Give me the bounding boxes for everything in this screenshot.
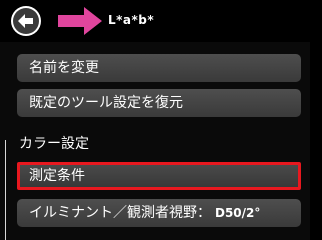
back-arrow-icon bbox=[13, 8, 39, 34]
illuminant-observer-value: D50/2° bbox=[215, 206, 261, 220]
section-heading-color-settings: カラー設定 bbox=[19, 136, 89, 152]
rename-button[interactable]: 名前を変更 bbox=[17, 54, 301, 82]
measurement-conditions-label: 測定条件 bbox=[29, 168, 85, 184]
pink-arrow-icon bbox=[58, 7, 102, 35]
illuminant-observer-label: イルミナント／観測者視野： bbox=[29, 205, 211, 221]
page-title: L*a*b* bbox=[108, 13, 155, 27]
measurement-conditions-button[interactable]: 測定条件 bbox=[17, 162, 301, 190]
scroll-indicator bbox=[5, 140, 6, 240]
back-button[interactable] bbox=[11, 6, 41, 36]
restore-defaults-button[interactable]: 既定のツール設定を復元 bbox=[17, 89, 301, 117]
illuminant-observer-button[interactable]: イルミナント／観測者視野： D50/2° bbox=[17, 199, 301, 227]
header-bar: L*a*b* bbox=[0, 0, 322, 42]
restore-defaults-label: 既定のツール設定を復元 bbox=[29, 95, 183, 111]
rename-label: 名前を変更 bbox=[29, 60, 99, 76]
